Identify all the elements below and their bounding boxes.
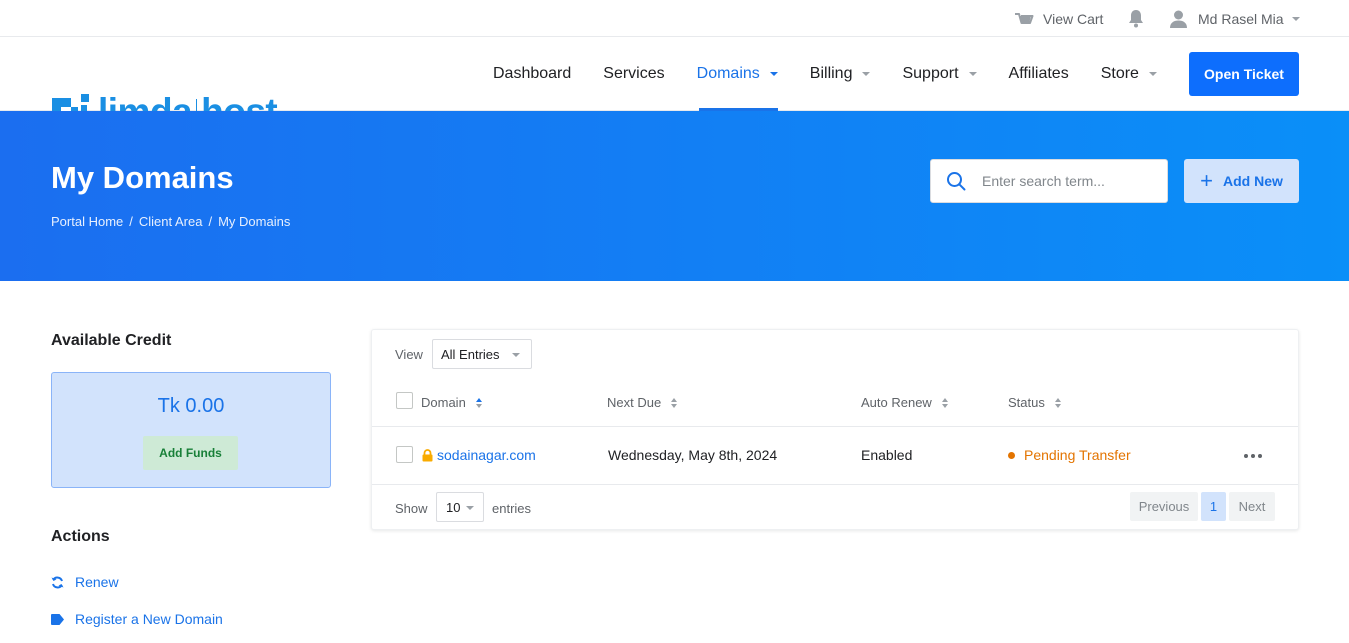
nav-billing-label: Billing	[809, 65, 853, 82]
open-ticket-button[interactable]: Open Ticket	[1189, 52, 1299, 96]
available-credit-title: Available Credit	[51, 332, 172, 349]
add-funds-button[interactable]: Add Funds	[143, 436, 238, 470]
user-name: Md Rasel Mia	[1198, 10, 1284, 27]
nav-dashboard-label: Dashboard	[493, 65, 572, 82]
column-header-auto-renew-label: Auto Renew	[861, 395, 932, 410]
nav-services-label: Services	[603, 65, 665, 82]
credit-amount: Tk 0.00	[157, 395, 225, 417]
sort-icon	[671, 397, 678, 408]
domain-name: sodainagar.com	[437, 447, 536, 463]
page-length-select[interactable]: 10	[436, 492, 484, 522]
renew-icon	[51, 576, 64, 588]
chevron-down-icon	[862, 72, 871, 76]
breadcrumb-separator: /	[129, 214, 133, 229]
lock-icon	[422, 448, 433, 461]
search-box	[930, 159, 1168, 203]
view-cart-label: View Cart	[1043, 10, 1104, 27]
nav-domains[interactable]: Domains	[697, 37, 778, 111]
page-header: My Domains Portal Home / Client Area / M…	[0, 111, 1349, 281]
status-badge: Pending Transfer	[1008, 447, 1131, 463]
actions-title: Actions	[51, 528, 110, 545]
breadcrumb-current: My Domains	[218, 214, 291, 229]
page-title: My Domains	[51, 160, 234, 195]
chevron-down-icon	[512, 353, 520, 357]
next-due-cell: Wednesday, May 8th, 2024	[608, 447, 778, 463]
primary-nav: Dashboard Services Domains Billing Suppo…	[493, 37, 1189, 111]
column-header-next-due[interactable]: Next Due	[607, 395, 678, 410]
nav-store-label: Store	[1100, 65, 1139, 82]
notifications-button[interactable]	[1127, 0, 1145, 37]
nav-affiliates-label: Affiliates	[1008, 65, 1069, 82]
domain-link[interactable]: sodainagar.com	[422, 447, 536, 463]
breadcrumb: Portal Home / Client Area / My Domains	[51, 214, 290, 229]
plus-icon: +	[1200, 168, 1213, 193]
breadcrumb-client-area[interactable]: Client Area	[139, 214, 203, 229]
view-filter-value: All Entries	[441, 346, 500, 362]
chevron-down-icon	[1148, 72, 1157, 76]
chevron-down-icon	[968, 72, 977, 76]
entries-label: entries	[492, 501, 532, 516]
credit-panel: Tk 0.00 Add Funds	[51, 372, 331, 488]
domains-table-card: View All Entries Domain Next Due Auto Re…	[371, 329, 1299, 530]
sort-icon	[941, 397, 948, 408]
nav-billing[interactable]: Billing	[810, 37, 871, 111]
bell-icon	[1129, 10, 1143, 28]
chevron-down-icon	[466, 506, 474, 510]
column-header-next-due-label: Next Due	[607, 395, 662, 410]
view-filter-label: View	[395, 347, 423, 362]
tag-icon	[51, 613, 64, 625]
view-cart-link[interactable]: View Cart	[1014, 0, 1103, 37]
top-bar: View Cart Md Rasel Mia	[0, 0, 1349, 37]
sort-icon	[475, 397, 482, 408]
chevron-down-icon	[769, 72, 778, 76]
user-menu[interactable]: Md Rasel Mia	[1169, 0, 1300, 37]
register-domain-link[interactable]: Register a New Domain	[51, 611, 223, 627]
pagination-next[interactable]: Next	[1229, 492, 1275, 521]
nav-support[interactable]: Support	[902, 37, 977, 111]
breadcrumb-portal-home[interactable]: Portal Home	[51, 214, 123, 229]
select-all-checkbox[interactable]	[396, 392, 413, 409]
add-new-label: Add New	[1222, 173, 1283, 189]
nav-affiliates[interactable]: Affiliates	[1009, 37, 1069, 111]
cart-icon	[1015, 12, 1034, 24]
search-input[interactable]	[982, 173, 1142, 189]
table-divider	[372, 484, 1298, 485]
pagination-previous[interactable]: Previous	[1130, 492, 1198, 521]
row-checkbox[interactable]	[396, 446, 413, 463]
pagination-page-1[interactable]: 1	[1201, 492, 1226, 521]
nav-services[interactable]: Services	[603, 37, 664, 111]
more-options-icon[interactable]	[1244, 454, 1265, 458]
view-filter-select[interactable]: All Entries	[432, 339, 532, 369]
page-length-value: 10	[446, 499, 461, 515]
nav-dashboard[interactable]: Dashboard	[493, 37, 571, 111]
status-dot-icon	[1008, 451, 1015, 459]
nav-store[interactable]: Store	[1101, 37, 1157, 111]
chevron-down-icon	[1291, 16, 1300, 21]
breadcrumb-separator: /	[208, 214, 213, 229]
show-label: Show	[395, 501, 428, 516]
column-header-status[interactable]: Status	[1008, 395, 1061, 410]
nav-domains-label: Domains	[696, 65, 760, 82]
column-header-domain[interactable]: Domain	[421, 395, 482, 410]
register-domain-label: Register a New Domain	[75, 611, 223, 627]
sort-icon	[1054, 397, 1061, 408]
renew-link[interactable]: Renew	[51, 574, 119, 590]
renew-label: Renew	[75, 574, 119, 590]
search-icon	[947, 172, 966, 191]
add-new-button[interactable]: + Add New	[1184, 159, 1299, 203]
nav-support-label: Support	[902, 65, 959, 82]
user-icon	[1170, 10, 1187, 28]
column-header-status-label: Status	[1008, 395, 1045, 410]
column-header-auto-renew[interactable]: Auto Renew	[861, 395, 948, 410]
auto-renew-cell: Enabled	[861, 447, 913, 463]
status-label: Pending Transfer	[1024, 447, 1131, 463]
table-divider	[372, 426, 1298, 427]
column-header-domain-label: Domain	[421, 395, 466, 410]
